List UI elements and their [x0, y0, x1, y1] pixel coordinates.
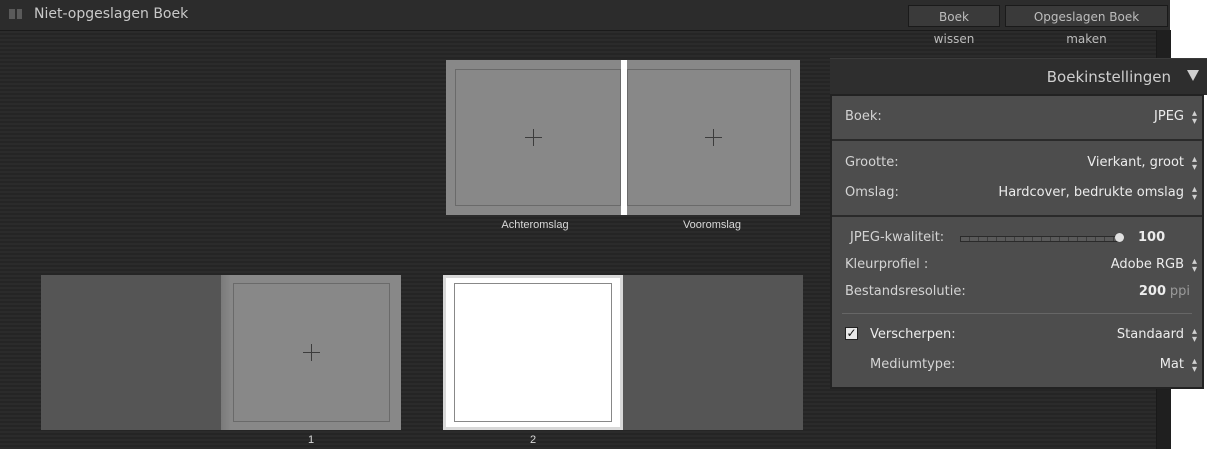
page-2[interactable]: [443, 275, 623, 430]
resolution-unit: ppi: [1169, 284, 1190, 299]
color-profile-label: Kleurprofiel :: [845, 257, 929, 272]
updown-arrows-icon[interactable]: ▴ ▾: [1192, 257, 1197, 275]
cover-label: Omslag:: [845, 185, 899, 200]
page-number-2: 2: [529, 434, 537, 446]
sharpen-select[interactable]: Standaard: [1117, 327, 1184, 342]
blank-left-page: [41, 275, 221, 430]
jpeg-quality-value[interactable]: 100: [1138, 230, 1165, 245]
updown-arrows-icon[interactable]: ▴ ▾: [1192, 185, 1197, 203]
slider-thumb[interactable]: [1115, 233, 1124, 242]
size-label: Grootte:: [845, 155, 899, 170]
media-type-select[interactable]: Mat: [1160, 357, 1184, 372]
jpeg-quality-slider[interactable]: [960, 236, 1120, 242]
photo-cell-frame: [454, 283, 612, 422]
triangle-down-icon[interactable]: [1187, 70, 1199, 81]
file-resolution-value[interactable]: 200: [1139, 284, 1166, 299]
front-cover-label: Vooromslag: [682, 219, 742, 231]
grip-icon[interactable]: [9, 9, 22, 19]
clear-book-button[interactable]: Boek wissen: [908, 5, 1000, 46]
jpeg-quality-label: JPEG-kwaliteit:: [850, 230, 945, 245]
back-cover-page[interactable]: [446, 60, 621, 215]
size-select[interactable]: Vierkant, groot: [1087, 155, 1184, 170]
page-1[interactable]: [221, 275, 401, 430]
updown-arrows-icon[interactable]: ▴ ▾: [1192, 357, 1197, 375]
updown-arrows-icon[interactable]: ▴ ▾: [1192, 109, 1197, 127]
blank-right-page: [623, 275, 803, 430]
cover-select[interactable]: Hardcover, bedrukte omslag: [998, 185, 1184, 200]
media-type-label: Mediumtype:: [870, 357, 956, 372]
back-cover-label: Achteromslag: [501, 219, 569, 231]
book-type-label: Boek:: [845, 109, 882, 124]
panel-title: Boekinstellingen: [1046, 68, 1171, 86]
color-profile-select[interactable]: Adobe RGB: [1111, 257, 1184, 272]
page-number-1: 1: [307, 434, 315, 446]
checkmark-icon: ✓: [846, 326, 857, 340]
front-cover-page[interactable]: [627, 60, 800, 215]
sharpen-label: Verscherpen:: [870, 327, 956, 342]
book-title: Niet-opgeslagen Boek: [34, 6, 189, 22]
sharpen-checkbox[interactable]: ✓: [845, 327, 858, 340]
plus-icon[interactable]: [303, 344, 320, 361]
updown-arrows-icon[interactable]: ▴ ▾: [1192, 155, 1197, 173]
book-type-select[interactable]: JPEG: [1154, 109, 1184, 124]
book-settings-panel: Boek: JPEG ▴ ▾ Grootte: Vierkant, groot ▴…: [830, 94, 1204, 389]
plus-icon[interactable]: [705, 129, 722, 146]
updown-arrows-icon[interactable]: ▴ ▾: [1192, 327, 1197, 345]
book-settings-header[interactable]: Boekinstellingen: [830, 58, 1207, 95]
create-saved-book-button[interactable]: Opgeslagen Boek maken: [1005, 5, 1168, 46]
file-resolution-label: Bestandsresolutie:: [845, 284, 966, 299]
plus-icon[interactable]: [525, 129, 542, 146]
book-toolbar: Niet-opgeslagen Boek Boek wissen Opgesla…: [0, 0, 1170, 46]
